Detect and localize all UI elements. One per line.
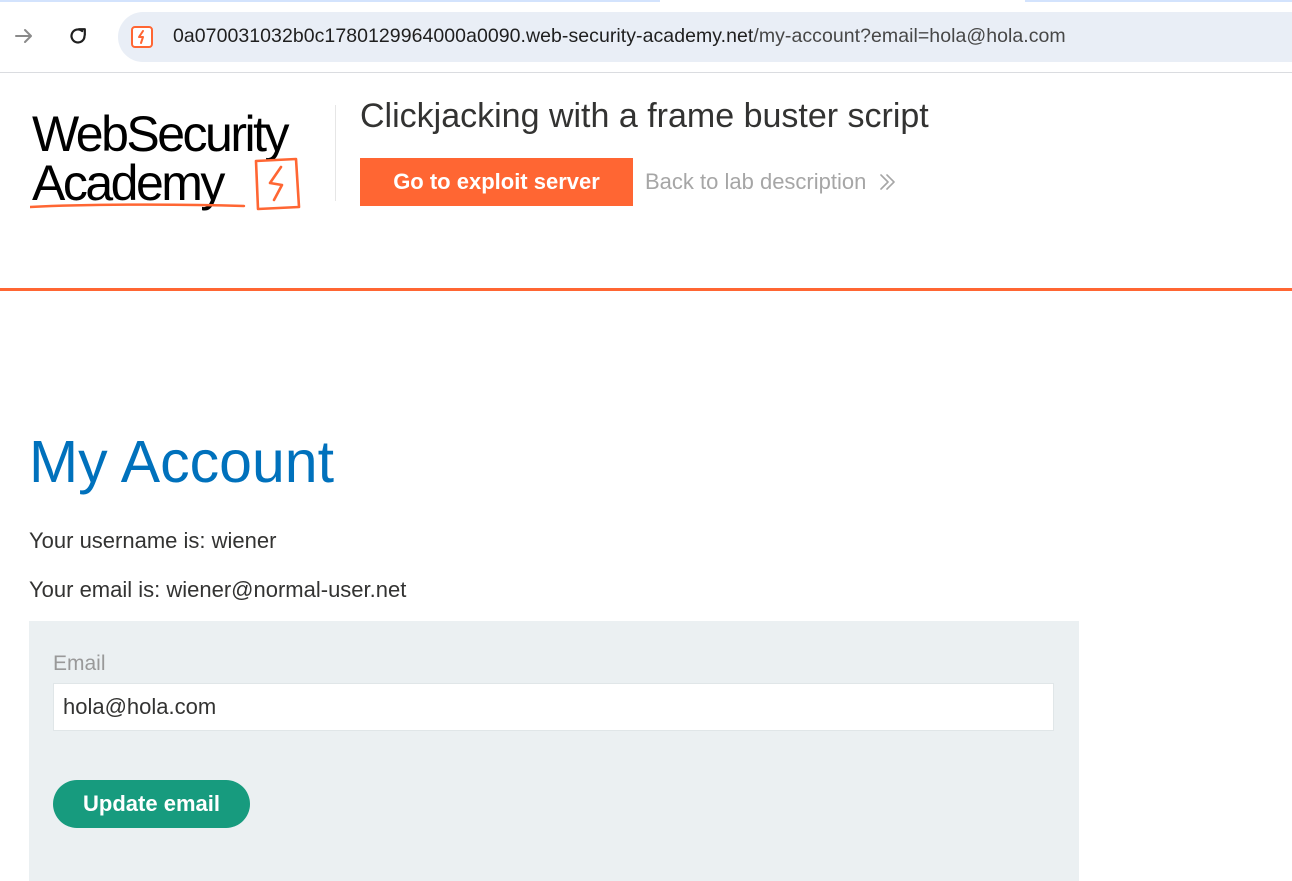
back-link-label: Back to lab description: [645, 169, 867, 194]
lab-title: Clickjacking with a frame buster script: [360, 97, 929, 135]
reload-icon: [70, 28, 86, 44]
username-text: Your username is: wiener: [29, 528, 277, 553]
logo-text-line2: Academy: [32, 155, 225, 211]
forward-button[interactable]: [6, 18, 42, 54]
web-security-academy-site-icon: [131, 26, 153, 48]
lab-header: WebSecurity Academy Clickjacking with a …: [0, 73, 1292, 288]
update-email-button[interactable]: Update email: [53, 780, 250, 828]
tab-strip-edge-right: [1025, 0, 1292, 2]
logo-text-line1: WebSecurity: [32, 106, 290, 162]
current-email-text: Your email is: wiener@normal-user.net: [29, 577, 407, 602]
header-divider: [335, 105, 336, 201]
change-email-form: Email Update email: [29, 621, 1079, 881]
go-to-exploit-server-button[interactable]: Go to exploit server: [360, 158, 633, 206]
reload-button[interactable]: [60, 18, 96, 54]
browser-toolbar: 0a070031032b0c1780129964000a0090.web-sec…: [0, 0, 1292, 73]
header-orange-rule: [0, 288, 1292, 291]
url-host: 0a070031032b0c1780129964000a0090.web-sec…: [173, 25, 754, 47]
web-security-academy-logo[interactable]: WebSecurity Academy: [30, 103, 335, 218]
email-input[interactable]: [53, 683, 1054, 731]
url-text: 0a070031032b0c1780129964000a0090.web-sec…: [173, 25, 1066, 48]
address-bar[interactable]: 0a070031032b0c1780129964000a0090.web-sec…: [118, 12, 1292, 62]
logo-flash-icon: [254, 157, 301, 211]
double-chevron-right-icon: [880, 174, 896, 190]
tab-strip-edge: [0, 0, 660, 2]
email-label: Email: [53, 652, 106, 675]
back-to-lab-description-link[interactable]: Back to lab description: [645, 169, 898, 195]
page-title: My Account: [29, 429, 334, 495]
arrow-right-icon: [15, 29, 32, 43]
url-path: /my-account?email=hola@hola.com: [753, 25, 1066, 47]
